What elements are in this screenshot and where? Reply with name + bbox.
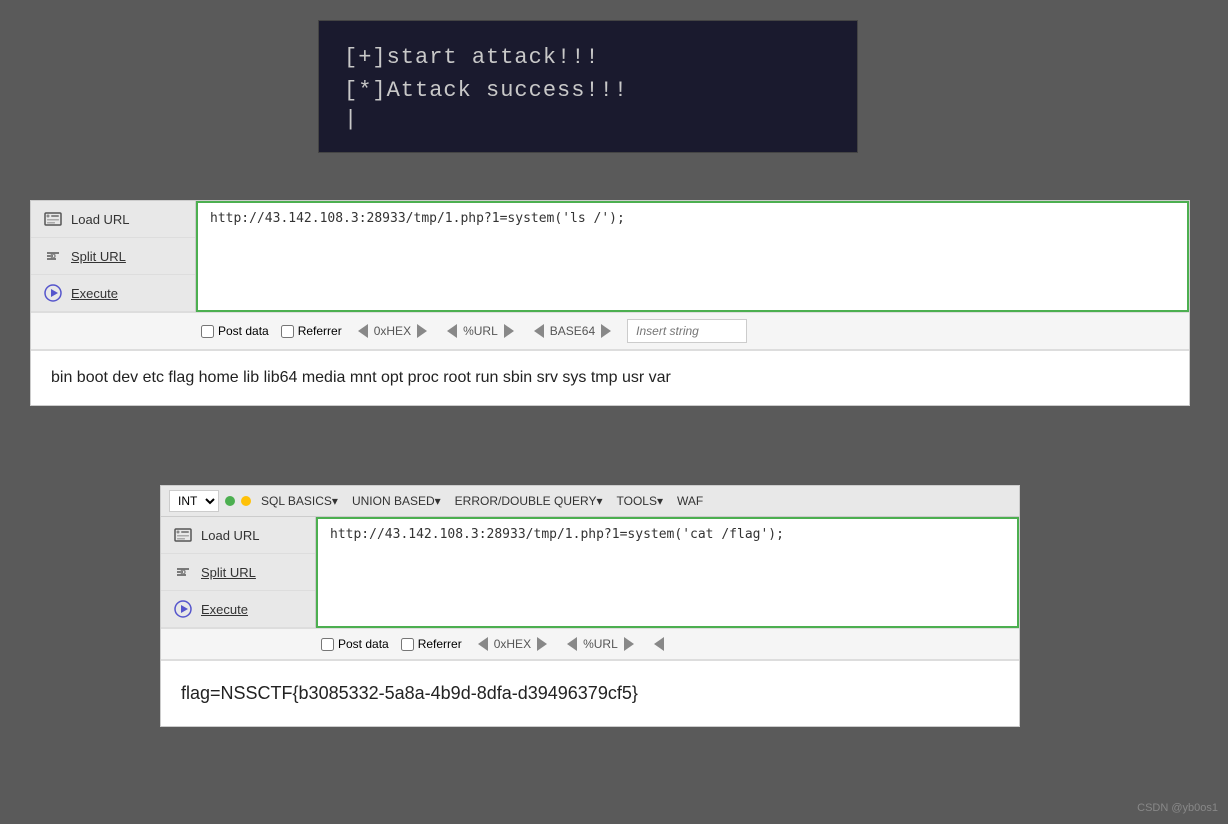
post-data-checkbox-1[interactable]: Post data <box>201 324 269 338</box>
result-text-1: bin boot dev etc flag home lib lib64 med… <box>51 369 671 386</box>
load-url-button-1[interactable]: Load URL <box>31 201 195 238</box>
url-arrow-right-2 <box>624 637 634 651</box>
hackbar-url-area-2: http://43.142.108.3:28933/tmp/1.php?1=sy… <box>316 517 1019 628</box>
result-text-2: flag=NSSCTF{b3085332-5a8a-4b9d-8dfa-d394… <box>181 683 638 703</box>
execute-button-2[interactable]: Execute <box>161 591 315 628</box>
load-url-button-2[interactable]: Load URL <box>161 517 315 554</box>
post-data-checkbox-2[interactable]: Post data <box>321 637 389 651</box>
load-url-icon-2 <box>173 525 193 545</box>
url-arrow-left-2 <box>567 637 577 651</box>
referrer-checkbox-1[interactable]: Referrer <box>281 324 342 338</box>
post-data-check-1[interactable] <box>201 325 214 338</box>
url-encode-btn-2[interactable]: %URL <box>563 635 638 653</box>
sql-basics-menu[interactable]: SQL BASICS▾ <box>257 492 342 510</box>
base64-arrow-left-1 <box>534 324 544 338</box>
load-url-label-2: Load URL <box>201 528 260 543</box>
execute-label-2: Execute <box>201 602 248 617</box>
url-encode-btn-1[interactable]: %URL <box>443 322 518 340</box>
load-url-icon <box>43 209 63 229</box>
base64-encode-btn-1[interactable]: BASE64 <box>530 322 615 340</box>
hex-encode-btn-1[interactable]: 0xHEX <box>354 322 431 340</box>
watermark: CSDN @yb0os1 <box>1137 802 1218 814</box>
hackbar-menubar-2: INT SQL BASICS▾ UNION BASED▾ ERROR/DOUBL… <box>161 486 1019 517</box>
insert-string-input-1[interactable] <box>627 319 747 343</box>
hex-arrow-right-2 <box>537 637 547 651</box>
split-url-icon-2 <box>173 562 193 582</box>
split-url-icon <box>43 246 63 266</box>
hackbar-toolbar-2: Post data Referrer 0xHEX %URL <box>161 629 1019 660</box>
dot-yellow-icon <box>241 496 251 506</box>
split-url-label-2: Split URL <box>201 565 256 580</box>
execute-icon <box>43 283 63 303</box>
terminal-block: [+]start attack!!! [*]Attack success!!! … <box>318 20 858 153</box>
split-url-label-1: Split URL <box>71 249 126 264</box>
terminal-line-1: [+]start attack!!! <box>344 41 832 74</box>
watermark-text: CSDN @yb0os1 <box>1137 802 1218 814</box>
execute-button-1[interactable]: Execute <box>31 275 195 312</box>
base64-arrow-right-1 <box>601 324 611 338</box>
referrer-check-2[interactable] <box>401 638 414 651</box>
hackbar-panel-2: INT SQL BASICS▾ UNION BASED▾ ERROR/DOUBL… <box>160 485 1020 727</box>
error-double-query-menu[interactable]: ERROR/DOUBLE QUERY▾ <box>451 492 607 510</box>
more-encode-btn-2[interactable] <box>650 635 668 653</box>
execute-label-1: Execute <box>71 286 118 301</box>
hackbar-main-row: Load URL Split URL <box>31 201 1189 313</box>
load-url-label-1: Load URL <box>71 212 130 227</box>
hackbar-url-area-1: http://43.142.108.3:28933/tmp/1.php?1=sy… <box>196 201 1189 312</box>
hackbar-main-row-2: Load URL Split URL <box>161 517 1019 629</box>
terminal-line-2: [*]Attack success!!! <box>344 74 832 107</box>
hex-arrow-left-1 <box>358 324 368 338</box>
referrer-checkbox-2[interactable]: Referrer <box>401 637 462 651</box>
hex-arrow-right-1 <box>417 324 427 338</box>
hackbar-actions-1: Load URL Split URL <box>31 201 196 312</box>
hackbar-actions-2: Load URL Split URL <box>161 517 316 628</box>
execute-icon-2 <box>173 599 193 619</box>
terminal-cursor: | <box>344 107 832 132</box>
union-based-menu[interactable]: UNION BASED▾ <box>348 492 445 510</box>
hackbar-toolbar-1: Post data Referrer 0xHEX %URL BASE64 <box>31 313 1189 350</box>
url-arrow-right-1 <box>504 324 514 338</box>
hackbar-result-1: bin boot dev etc flag home lib lib64 med… <box>31 350 1189 405</box>
more-arrow-left-2 <box>654 637 664 651</box>
referrer-check-1[interactable] <box>281 325 294 338</box>
post-data-check-2[interactable] <box>321 638 334 651</box>
url-input-2[interactable]: http://43.142.108.3:28933/tmp/1.php?1=sy… <box>316 517 1019 628</box>
url-input-1[interactable]: http://43.142.108.3:28933/tmp/1.php?1=sy… <box>196 201 1189 312</box>
split-url-button-1[interactable]: Split URL <box>31 238 195 275</box>
hex-encode-btn-2[interactable]: 0xHEX <box>474 635 551 653</box>
waf-menu[interactable]: WAF <box>673 492 707 510</box>
url-arrow-left-1 <box>447 324 457 338</box>
hex-arrow-left-2 <box>478 637 488 651</box>
type-select-2[interactable]: INT <box>169 490 219 512</box>
tools-menu[interactable]: TOOLS▾ <box>613 492 667 510</box>
dot-green-icon <box>225 496 235 506</box>
split-url-button-2[interactable]: Split URL <box>161 554 315 591</box>
hackbar-panel-1: Load URL Split URL <box>30 200 1190 406</box>
hackbar-result-2: flag=NSSCTF{b3085332-5a8a-4b9d-8dfa-d394… <box>161 660 1019 726</box>
